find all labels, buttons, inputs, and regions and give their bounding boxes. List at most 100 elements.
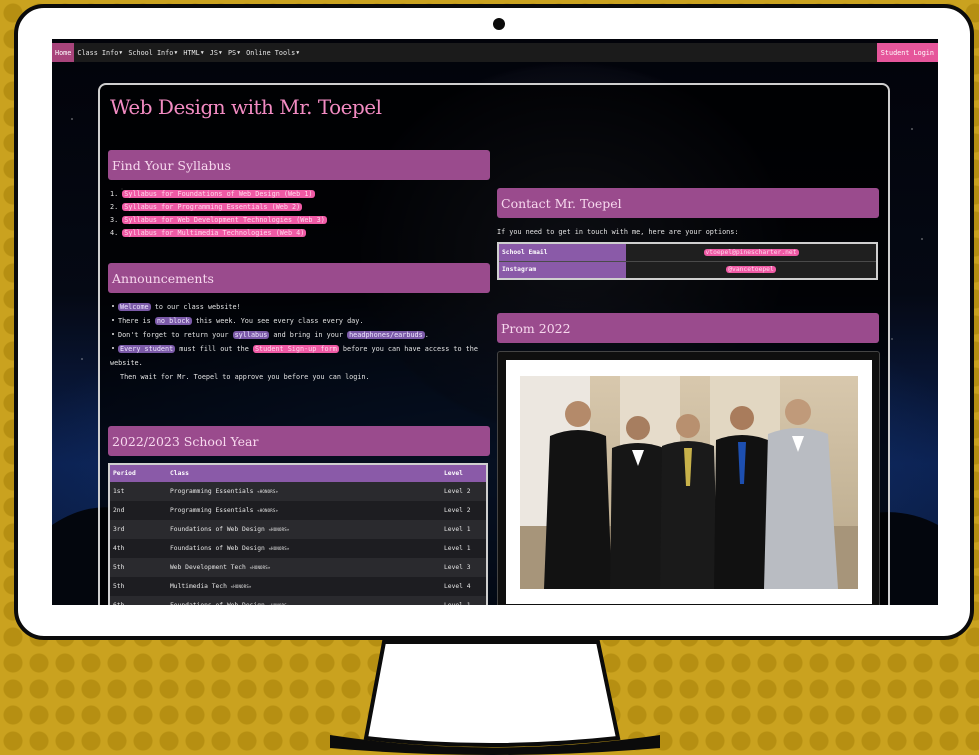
instagram-link[interactable]: @vancetoepel xyxy=(726,266,776,274)
level-cell: Level 2 xyxy=(441,482,487,501)
page-title: Web Design with Mr. Toepel xyxy=(110,95,382,119)
honors-tag: «HONORS» xyxy=(257,508,279,513)
caret-down-icon: ▼ xyxy=(119,49,123,56)
list-item: Don't forget to return your syllabus and… xyxy=(110,328,490,342)
instagram-label: Instagram xyxy=(498,260,626,279)
class-cell: Foundations of Web Design «HONORS» xyxy=(167,596,441,605)
schedule-table: Period Class Level 1st Programming Essent… xyxy=(108,463,488,605)
class-name: Multimedia Tech xyxy=(170,583,227,590)
class-name: Programming Essentials xyxy=(170,488,254,495)
announcement-text: must fill out the xyxy=(175,345,253,353)
level-cell: Level 4 xyxy=(441,577,487,596)
table-row: 1st Programming Essentials «HONORS» Level … xyxy=(109,482,487,501)
honors-tag: «HONORS» xyxy=(249,565,271,570)
class-cell: Programming Essentials «HONORS» xyxy=(167,482,441,501)
table-row: 3rd Foundations of Web Design «HONORS» Lev… xyxy=(109,520,487,539)
class-cell: Foundations of Web Design «HONORS» xyxy=(167,520,441,539)
signup-form-link[interactable]: Student Sign-up form xyxy=(252,345,339,353)
period-cell: 5th xyxy=(109,558,167,577)
table-row: 4th Foundations of Web Design «HONORS» Lev… xyxy=(109,539,487,558)
class-name: Foundations of Web Design xyxy=(170,601,265,606)
class-cell: Programming Essentials «HONORS» xyxy=(167,501,441,520)
period-cell: 2nd xyxy=(109,501,167,520)
list-item: There is no block this week. You see eve… xyxy=(110,314,490,328)
list-item: 4. Syllabus for Multimedia Technologies … xyxy=(110,227,327,240)
list-number: 2. xyxy=(110,203,119,211)
nav-school-info-label: School Info xyxy=(128,48,174,57)
student-login-button[interactable]: Student Login xyxy=(876,43,938,62)
table-row: 5th Web Development Tech «HONORS» Level 3 xyxy=(109,558,487,577)
honors-tag: «HONORS» xyxy=(268,527,290,532)
class-name: Foundations of Web Design xyxy=(170,545,265,552)
class-name: Programming Essentials xyxy=(170,507,254,514)
list-number: 1. xyxy=(110,190,119,198)
class-name: Foundations of Web Design xyxy=(170,526,265,533)
headphones-badge: headphones/earbuds xyxy=(347,331,425,339)
level-cell: Level 2 xyxy=(441,501,487,520)
table-row: 6th Foundations of Web Design «HONORS» Lev… xyxy=(109,596,487,605)
list-number: 3. xyxy=(110,216,119,224)
announcements-list: Welcome to our class website! There is n… xyxy=(110,300,490,384)
nav-school-info[interactable]: School Info ▼ xyxy=(125,43,180,62)
level-cell: Level 1 xyxy=(441,520,487,539)
syllabus-link-web3[interactable]: Syllabus for Web Development Technologie… xyxy=(122,216,327,224)
syllabus-list: 1. Syllabus for Foundations of Web Desig… xyxy=(110,188,327,240)
announcement-text: Then wait for Mr. Toepel to approve you … xyxy=(120,373,370,381)
bullet xyxy=(112,333,114,335)
school-year-heading: 2022/2023 School Year xyxy=(108,426,490,456)
announcements-heading: Announcements xyxy=(108,263,490,293)
class-cell: Web Development Tech «HONORS» xyxy=(167,558,441,577)
list-item: Welcome to our class website! xyxy=(110,300,490,314)
navbar: Home Class Info ▼ School Info ▼ HTML ▼ JS ▼ … xyxy=(52,43,938,62)
honors-tag: «HONORS» xyxy=(257,489,279,494)
screen: Home Class Info ▼ School Info ▼ HTML ▼ JS ▼ … xyxy=(52,39,938,605)
period-cell: 4th xyxy=(109,539,167,558)
nav-home[interactable]: Home xyxy=(52,43,75,62)
caret-down-icon: ▼ xyxy=(174,49,178,56)
no-block-badge: no block xyxy=(154,317,192,325)
prom-photo xyxy=(520,376,858,589)
prom-photo-card xyxy=(506,360,872,604)
email-link[interactable]: vtoepel@pinescharter.net xyxy=(703,248,799,256)
announcement-text: this week. You see every class every day… xyxy=(191,317,364,325)
bullet xyxy=(112,319,114,321)
announcement-text: There is xyxy=(118,317,155,325)
contact-table: School Email vtoepel@pinescharter.net In… xyxy=(497,242,878,280)
nav-html[interactable]: HTML ▼ xyxy=(180,43,206,62)
syllabus-link-web1[interactable]: Syllabus for Foundations of Web Design (… xyxy=(122,190,315,198)
syllabus-link-web4[interactable]: Syllabus for Multimedia Technologies (We… xyxy=(122,229,307,237)
period-cell: 5th xyxy=(109,577,167,596)
level-cell: Level 1 xyxy=(441,596,487,605)
announcement-text: and bring in your xyxy=(269,331,348,339)
list-number: 4. xyxy=(110,229,119,237)
nav-js-label: JS xyxy=(209,48,218,57)
class-name: Web Development Tech xyxy=(170,564,246,571)
email-label: School Email xyxy=(498,243,626,261)
list-item: Every student must fill out the Student … xyxy=(110,342,490,384)
table-row: 5th Multimedia Tech «HONORS» Level 4 xyxy=(109,577,487,596)
announcement-text: Don't forget to return your xyxy=(118,331,233,339)
level-cell: Level 3 xyxy=(441,558,487,577)
main-container: Web Design with Mr. Toepel Find Your Syl… xyxy=(98,83,890,605)
column-header: Class xyxy=(167,464,441,482)
bullet xyxy=(112,305,114,307)
nav-online-tools[interactable]: Online Tools ▼ xyxy=(243,43,302,62)
nav-class-info-label: Class Info xyxy=(77,48,119,57)
table-header-row: Period Class Level xyxy=(109,464,487,482)
class-cell: Multimedia Tech «HONORS» xyxy=(167,577,441,596)
nav-ps[interactable]: PS ▼ xyxy=(225,43,243,62)
list-item: 3. Syllabus for Web Development Technolo… xyxy=(110,214,327,227)
period-cell: 3rd xyxy=(109,520,167,539)
contact-heading: Contact Mr. Toepel xyxy=(497,188,879,218)
syllabus-link-web2[interactable]: Syllabus for Programming Essentials (Web… xyxy=(122,203,303,211)
nav-class-info[interactable]: Class Info ▼ xyxy=(74,43,125,62)
nav-ps-label: PS xyxy=(227,48,237,57)
contact-intro: If you need to get in touch with me, her… xyxy=(497,228,739,236)
period-cell: 1st xyxy=(109,482,167,501)
honors-tag: «HONORS» xyxy=(268,546,290,551)
caret-down-icon: ▼ xyxy=(218,49,222,56)
nav-js[interactable]: JS ▼ xyxy=(207,43,225,62)
prom-photo-illustration xyxy=(520,376,858,589)
instagram-cell: @vancetoepel xyxy=(626,260,877,279)
column-header: Period xyxy=(109,464,167,482)
